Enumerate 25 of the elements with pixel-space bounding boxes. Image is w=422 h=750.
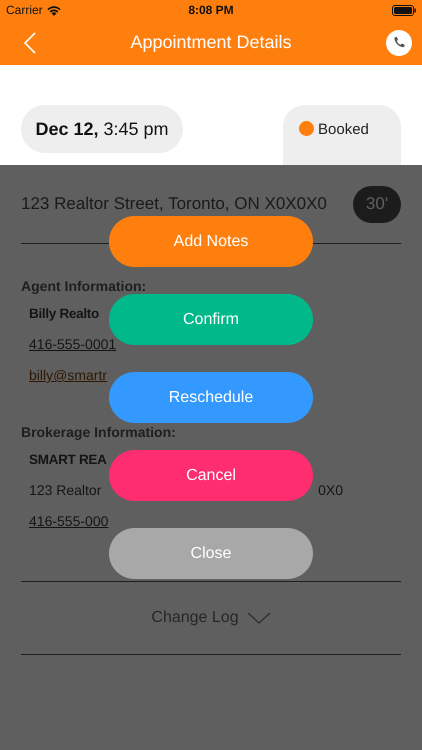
action-button[interactable]: Reschedule	[109, 372, 313, 423]
status-label: Booked	[318, 121, 369, 138]
chevron-icon[interactable]	[246, 612, 271, 624]
change-log-toggle[interactable]: Change Log	[151, 609, 239, 627]
wifi-icon	[46, 4, 61, 16]
action-button[interactable]: Close	[109, 528, 313, 579]
action-button[interactable]: Cancel	[109, 450, 313, 501]
date-time-pill: Dec 12, 3:45 pm	[21, 105, 183, 153]
address-text: 123 Realtor Street, Toronto, ON X0X0X0	[21, 194, 327, 214]
status-time: 8:08 PM	[188, 3, 234, 17]
section-heading: Brokerage Information:	[21, 424, 177, 442]
phone-link[interactable]: 416-555-000	[29, 513, 108, 529]
screen-title: Appointment Details	[130, 32, 292, 53]
brokerage-address: 0X0	[318, 481, 343, 500]
duration-badge: 30'	[353, 186, 401, 222]
phone-icon[interactable]	[386, 30, 412, 56]
battery-icon	[392, 4, 416, 16]
carrier-label: Carrier	[6, 3, 43, 17]
action-button[interactable]: Add Notes	[109, 216, 313, 267]
agent-name: Billy Realto	[29, 306, 99, 321]
section-heading: Agent Information:	[21, 278, 148, 296]
brokerage-address: 123 Realtor	[29, 481, 102, 500]
email-link[interactable]: billy@smartr	[29, 367, 107, 383]
brokerage-name: SMART REA	[29, 452, 107, 467]
back-icon[interactable]	[24, 32, 36, 54]
